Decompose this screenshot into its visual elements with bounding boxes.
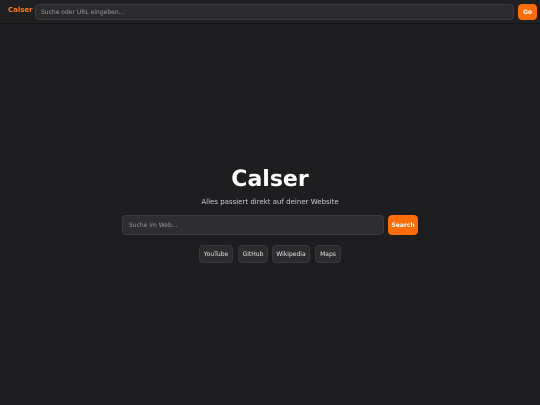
quick-link-youtube[interactable]: YouTube [199, 245, 233, 263]
url-input[interactable] [35, 4, 514, 20]
brand-logo-text[interactable]: Calser [8, 6, 33, 14]
page-title: Calser [231, 167, 309, 192]
go-button[interactable]: Go [518, 4, 537, 20]
quick-link-wikipedia[interactable]: Wikipedia [272, 245, 310, 263]
page-subtitle: Alles passiert direkt auf deiner Website [201, 198, 339, 206]
search-button[interactable]: Search [388, 215, 418, 235]
search-input[interactable] [122, 215, 384, 235]
quick-link-maps[interactable]: Maps [315, 245, 341, 263]
quick-link-github[interactable]: GitHub [238, 245, 268, 263]
top-bar: Calser Go [0, 0, 540, 24]
